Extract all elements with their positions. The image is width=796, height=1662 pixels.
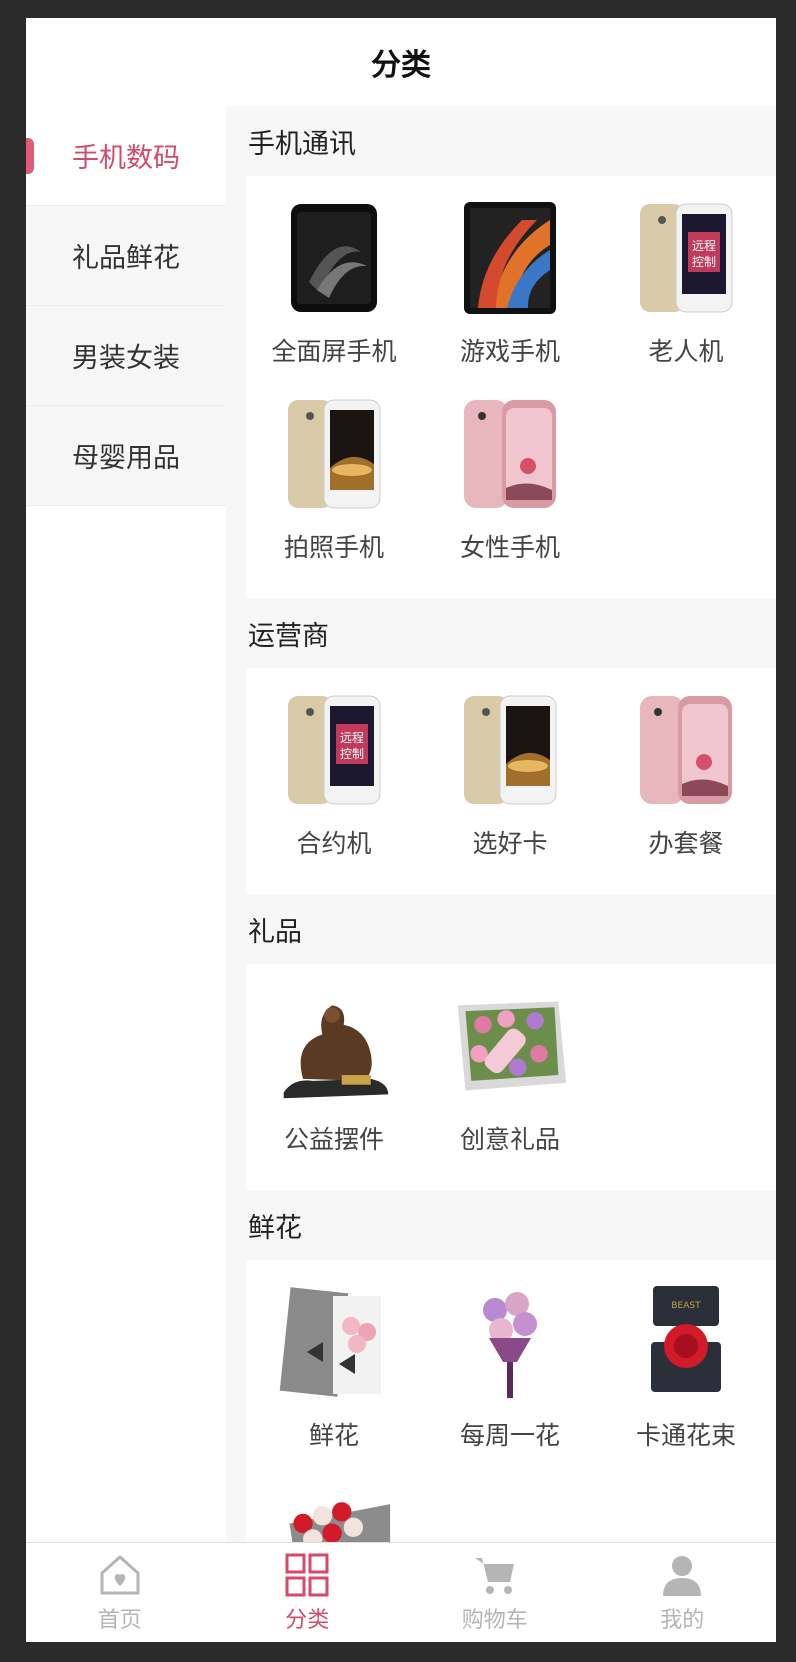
gold-phone-image	[450, 690, 570, 810]
product-item[interactable]: 远程控制 合约机	[246, 686, 422, 882]
sidebar-item-label: 男装女装	[72, 343, 180, 374]
sidebar-item-baby[interactable]: 母婴用品	[26, 406, 226, 506]
page-title: 分类	[371, 48, 431, 83]
svg-text:控制: 控制	[692, 255, 716, 269]
svg-text:控制: 控制	[340, 747, 364, 761]
main-body: 手机数码 礼品鲜花 男装女装 母婴用品 手机通讯 全面屏手机 游戏手机 远程 控…	[26, 106, 776, 1542]
section-title: 礼品	[248, 916, 302, 948]
tab-category[interactable]: 分类	[214, 1543, 402, 1642]
product-item[interactable]: BEAST 卡通花束	[598, 1278, 774, 1474]
product-label: 卡通花束	[635, 1421, 736, 1450]
flower-box-image	[274, 1282, 394, 1402]
tab-label: 我的	[660, 1607, 705, 1633]
black-phone-image	[274, 198, 394, 318]
tab-cart[interactable]: 购物车	[401, 1543, 589, 1642]
product-label: 女性手机	[459, 533, 560, 562]
sidebar-item-label: 手机数码	[72, 143, 180, 174]
product-item[interactable]: 公益摆件	[246, 982, 422, 1178]
category-sidebar: 手机数码 礼品鲜花 男装女装 母婴用品	[26, 106, 226, 1542]
user-icon	[663, 1555, 702, 1596]
svg-text:BEAST: BEAST	[671, 1301, 701, 1311]
product-grid: 公益摆件 创意礼品	[246, 964, 776, 1190]
pixiu-statue-image	[274, 986, 394, 1106]
bottom-tab-bar: 首页 分类 购物车 我的	[26, 1542, 776, 1642]
pink-phone-image	[450, 394, 570, 514]
sidebar-item-gifts[interactable]: 礼品鲜花	[26, 206, 226, 306]
remote-control-phone-image: 远程 控制	[274, 690, 394, 810]
app-screen: 分类 手机数码 礼品鲜花 男装女装 母婴用品 手机通讯 全面屏手机 游戏手机 远…	[26, 18, 776, 1642]
product-item[interactable]: 女性手机	[422, 390, 598, 586]
svg-text:远程: 远程	[340, 730, 364, 745]
product-label: 鲜花	[308, 1421, 359, 1450]
sidebar-item-label: 礼品鲜花	[72, 243, 180, 274]
product-grid: 远程控制 合约机 选好卡 办套餐	[246, 668, 776, 894]
product-label: 拍照手机	[283, 533, 384, 562]
sidebar-item-label: 母婴用品	[72, 443, 180, 474]
product-item[interactable]: 办套餐	[598, 686, 774, 882]
product-item[interactable]: 拍照手机	[246, 390, 422, 586]
product-label: 老人机	[648, 337, 724, 366]
colorful-phone-image	[450, 198, 570, 318]
page-header: 分类	[26, 18, 776, 106]
cart-icon	[474, 1557, 514, 1594]
flower-gift-box-image	[450, 986, 570, 1106]
gold-phone-image	[274, 394, 394, 514]
grid-icon	[285, 1553, 329, 1596]
product-label: 每周一花	[459, 1421, 560, 1450]
rose-box-image: BEAST	[626, 1282, 746, 1402]
product-label: 合约机	[296, 829, 372, 858]
section-title: 鲜花	[248, 1212, 302, 1244]
tab-home[interactable]: 首页	[26, 1543, 214, 1642]
product-item[interactable]: 远程控制 老人机	[598, 194, 774, 390]
product-item[interactable]: 创意礼品	[422, 982, 598, 1178]
product-item[interactable]: 每周一花	[422, 1278, 598, 1474]
product-item[interactable]: 游戏手机	[422, 194, 598, 390]
product-item[interactable]	[246, 1474, 422, 1542]
remote-control-phone-image: 远程 控制	[626, 198, 746, 318]
active-marker	[26, 138, 34, 174]
product-item[interactable]: 鲜花	[246, 1278, 422, 1474]
category-content: 手机通讯 全面屏手机 游戏手机 远程 控制 老人机 拍照手机 女性手机 运营商 …	[226, 106, 776, 1542]
sidebar-item-clothing[interactable]: 男装女装	[26, 306, 226, 406]
tab-profile[interactable]: 我的	[589, 1543, 777, 1642]
svg-text:远程: 远程	[692, 238, 716, 253]
product-item[interactable]: 全面屏手机	[246, 194, 422, 390]
product-grid: 鲜花 每周一花 BEAST 卡通花束	[246, 1260, 776, 1542]
tab-label: 首页	[97, 1607, 142, 1633]
section-title: 运营商	[248, 620, 329, 652]
tab-label: 购物车	[461, 1607, 528, 1633]
home-icon	[100, 1555, 140, 1594]
section-title: 手机通讯	[248, 128, 356, 160]
tab-label: 分类	[285, 1607, 330, 1633]
bouquet-image	[450, 1282, 570, 1402]
product-item[interactable]: 选好卡	[422, 686, 598, 882]
product-label: 全面屏手机	[271, 337, 397, 366]
product-label: 办套餐	[648, 829, 724, 858]
product-label: 公益摆件	[283, 1125, 384, 1154]
product-label: 创意礼品	[459, 1125, 560, 1154]
sidebar-item-digital[interactable]: 手机数码	[26, 106, 226, 206]
product-grid: 全面屏手机 游戏手机 远程 控制 老人机 拍照手机 女性手机	[246, 176, 776, 598]
pink-phone-image	[626, 690, 746, 810]
product-label: 游戏手机	[459, 337, 560, 366]
red-roses-box-image	[274, 1478, 394, 1542]
product-label: 选好卡	[472, 829, 548, 858]
